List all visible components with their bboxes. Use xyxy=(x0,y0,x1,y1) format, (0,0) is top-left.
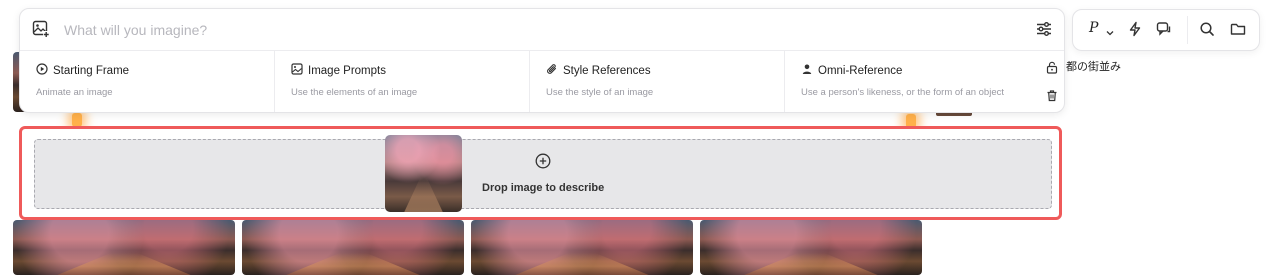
search-icon[interactable] xyxy=(1199,21,1215,42)
option-title: Image Prompts xyxy=(308,64,386,77)
drop-zone[interactable]: Drop image to describe xyxy=(34,135,1052,212)
option-subtitle: Animate an image xyxy=(36,87,113,98)
prompt-input[interactable] xyxy=(62,17,1006,43)
folder-icon[interactable] xyxy=(1230,21,1246,42)
toolbar-divider xyxy=(1187,16,1188,44)
image-options: Starting Frame Animate an image Image Pr… xyxy=(20,51,1040,112)
option-starting-frame[interactable]: Starting Frame Animate an image xyxy=(20,51,275,112)
prompt-row xyxy=(20,9,1064,50)
image-grid-icon xyxy=(291,63,303,78)
lock-icon[interactable] xyxy=(1046,61,1058,79)
dragged-image-thumbnail[interactable] xyxy=(385,135,462,212)
panel-side-actions xyxy=(1040,51,1064,112)
trash-icon[interactable] xyxy=(1046,89,1058,107)
drop-zone-highlight: Drop image to describe xyxy=(19,126,1062,220)
option-style-references[interactable]: Style References Use the style of an ima… xyxy=(530,51,785,112)
option-subtitle: Use a person's likeness, or the form of … xyxy=(801,87,1004,98)
grid-image[interactable] xyxy=(471,220,693,275)
image-caption: 都の街並み xyxy=(1066,61,1121,73)
grid-image[interactable] xyxy=(13,220,235,275)
option-subtitle: Use the style of an image xyxy=(546,87,654,98)
option-title: Omni-Reference xyxy=(818,64,903,77)
option-title: Style References xyxy=(563,64,651,77)
grid-image[interactable] xyxy=(700,220,922,275)
option-title: Starting Frame xyxy=(53,64,130,77)
lantern-decoration xyxy=(72,113,82,127)
top-toolbar: P xyxy=(1072,9,1260,51)
chat-icon[interactable] xyxy=(1156,21,1173,42)
drop-zone-label: Drop image to describe xyxy=(482,182,605,194)
option-image-prompts[interactable]: Image Prompts Use the elements of an ima… xyxy=(275,51,530,112)
prompt-panel: Starting Frame Animate an image Image Pr… xyxy=(19,8,1065,113)
option-omni-reference[interactable]: Omni-Reference Use a person's likeness, … xyxy=(785,51,1040,112)
bolt-icon[interactable] xyxy=(1127,21,1143,42)
settings-sliders-icon[interactable] xyxy=(1035,20,1053,43)
personalize-button[interactable]: P xyxy=(1089,20,1098,36)
grid-image[interactable] xyxy=(242,220,464,275)
option-subtitle: Use the elements of an image xyxy=(291,87,418,98)
play-circle-icon xyxy=(36,63,48,78)
paperclip-icon xyxy=(546,63,558,78)
chevron-down-icon[interactable] xyxy=(1106,24,1114,42)
person-icon xyxy=(801,63,813,78)
image-add-icon[interactable] xyxy=(32,20,50,43)
plus-circle-icon xyxy=(535,153,551,174)
